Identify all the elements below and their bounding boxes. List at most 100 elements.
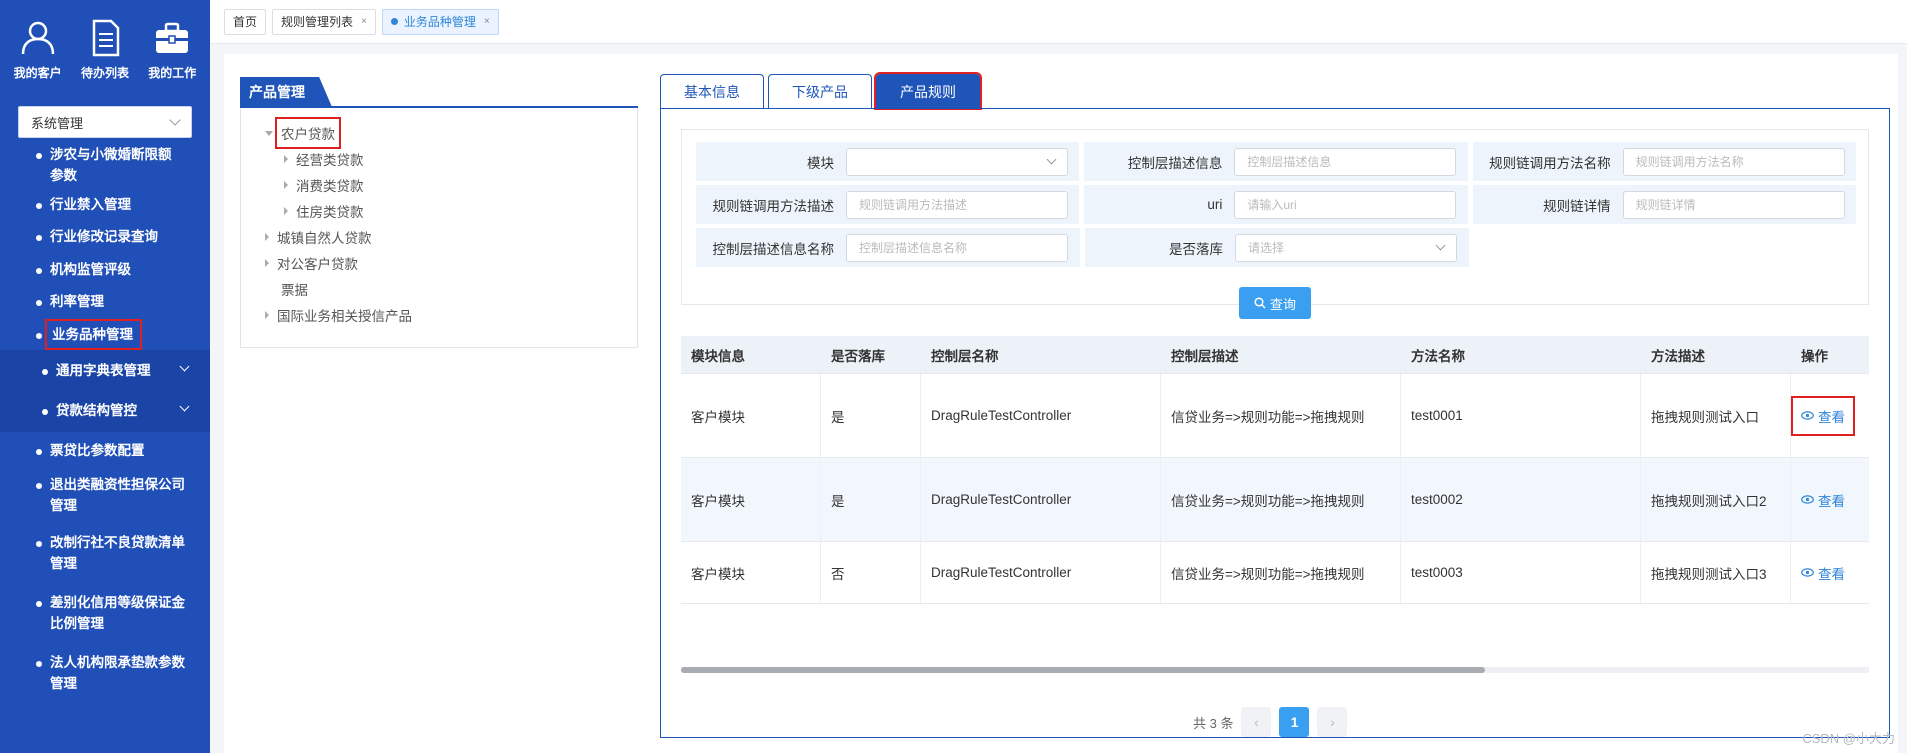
- caret-right-icon[interactable]: [284, 207, 288, 215]
- search-icon: [1254, 297, 1266, 309]
- tree-node[interactable]: 城镇自然人贷款: [241, 224, 637, 250]
- filter-uri: uri 请输入uri: [1084, 185, 1468, 224]
- my-customers-label: 我的客户: [13, 66, 62, 80]
- sidebar-item[interactable]: 机构监管评级: [0, 253, 210, 285]
- caret-down-icon[interactable]: [265, 130, 273, 136]
- filter-label: 规则链调用方法描述: [712, 198, 835, 214]
- sidebar-item-label: 利率管理: [50, 294, 104, 309]
- table-cell: 是: [821, 458, 921, 541]
- pagination: 共 3 条 ‹ 1 ›: [1193, 707, 1348, 737]
- query-button[interactable]: 查询: [1239, 287, 1311, 319]
- method-name-input[interactable]: 规则链调用方法名称: [1622, 147, 1845, 176]
- filter-module: 模块: [696, 142, 1080, 181]
- tab-sub-products[interactable]: 下级产品: [768, 74, 872, 108]
- view-link[interactable]: 查看: [1801, 563, 1845, 583]
- tree-node[interactable]: 农户贷款: [241, 117, 637, 149]
- system-select[interactable]: 系统管理: [18, 106, 192, 138]
- sidebar-item-label: 贷款结构管控: [56, 403, 137, 418]
- view-link-label: 查看: [1818, 493, 1845, 509]
- input-placeholder: 请输入uri: [1247, 198, 1297, 212]
- bullet-icon: [36, 300, 42, 306]
- caret-right-icon[interactable]: [284, 181, 288, 189]
- query-button-label: 查询: [1269, 296, 1296, 312]
- sidebar-item-label: 行业禁入管理: [50, 197, 131, 212]
- caret-right-icon[interactable]: [265, 311, 269, 319]
- my-customers-button[interactable]: 我的客户: [7, 14, 69, 96]
- sidebar-item-label: 差别化信用等级保证金比例管理: [50, 595, 185, 631]
- tab-basic-info[interactable]: 基本信息: [660, 74, 764, 108]
- document-list-icon: [92, 19, 120, 57]
- table-header: 模块信息 是否落库 控制层名称 控制层描述 方法名称 方法描述 操作: [681, 336, 1869, 374]
- page-tab-rule-list[interactable]: 规则管理列表 ×: [272, 8, 376, 35]
- tab-product-rules[interactable]: 产品规则: [874, 72, 982, 110]
- sidebar-item[interactable]: 涉农与小微婚断限额参数: [0, 144, 210, 188]
- tree-node[interactable]: 国际业务相关授信产品: [241, 302, 637, 328]
- sidebar-item-label: 机构监管评级: [50, 262, 131, 277]
- product-tree: 农户贷款 经营类贷款 消费类贷款 住房类贷款 城镇自然人贷款 对公客户贷款 票据…: [240, 108, 638, 348]
- chain-detail-input[interactable]: 规则链详情: [1622, 190, 1845, 219]
- next-page-button[interactable]: ›: [1317, 707, 1348, 737]
- sidebar-menu: 涉农与小微婚断限额参数 行业禁入管理 行业修改记录查询 机构监管评级 利率管理 …: [0, 144, 210, 706]
- uri-input[interactable]: 请输入uri: [1234, 190, 1457, 219]
- tree-node[interactable]: 对公客户贷款: [241, 250, 637, 276]
- sidebar-item[interactable]: 退出类融资性担保公司管理: [0, 468, 210, 526]
- column-header: 方法名称: [1401, 336, 1641, 373]
- table-cell: DragRuleTestController: [921, 374, 1161, 457]
- sidebar-item-label: 法人机构限承垫款参数管理: [50, 655, 185, 691]
- user-icon: [21, 21, 54, 55]
- my-work-button[interactable]: 我的工作: [141, 14, 203, 96]
- page-number-button[interactable]: 1: [1279, 707, 1310, 737]
- sidebar-item-dictionary[interactable]: 通用字典表管理: [0, 350, 210, 390]
- sidebar-item-label: 退出类融资性担保公司管理: [50, 477, 185, 513]
- bullet-icon: [42, 369, 48, 375]
- close-icon[interactable]: ×: [484, 16, 490, 27]
- sidebar-item[interactable]: 差别化信用等级保证金比例管理: [0, 586, 210, 646]
- caret-right-icon[interactable]: [265, 259, 269, 267]
- tree-node[interactable]: 住房类贷款: [241, 198, 637, 224]
- table-cell: DragRuleTestController: [921, 458, 1161, 541]
- todo-list-button[interactable]: 待办列表: [74, 14, 136, 96]
- chevron-down-icon: [1046, 154, 1057, 165]
- sidebar-item[interactable]: 法人机构限承垫款参数管理: [0, 646, 210, 706]
- tree-node[interactable]: 经营类贷款: [241, 146, 637, 172]
- caret-right-icon[interactable]: [265, 233, 269, 241]
- scrollbar-thumb[interactable]: [681, 667, 1485, 673]
- sidebar-item[interactable]: 票贷比参数配置: [0, 432, 210, 468]
- sidebar-item[interactable]: 行业禁入管理: [0, 188, 210, 220]
- table-cell: 拖拽规则测试入口2: [1641, 458, 1791, 541]
- view-link[interactable]: 查看: [1801, 490, 1845, 510]
- eye-icon: [1801, 411, 1814, 420]
- filter-method-name: 规则链调用方法名称 规则链调用方法名称: [1472, 142, 1856, 181]
- horizontal-scrollbar[interactable]: [681, 667, 1869, 673]
- module-select[interactable]: [846, 147, 1068, 176]
- filter-persisted: 是否落库 请选择: [1085, 228, 1469, 267]
- watermark: CSDN @小大力: [1802, 731, 1895, 746]
- sidebar-item[interactable]: 行业修改记录查询: [0, 220, 210, 253]
- sidebar-item-business-product[interactable]: 业务品种管理: [0, 318, 210, 350]
- prev-page-button[interactable]: ‹: [1241, 707, 1272, 737]
- tree-node[interactable]: 消费类贷款: [241, 172, 637, 198]
- sidebar-item[interactable]: 利率管理: [0, 285, 210, 318]
- filter-method-desc: 规则链调用方法描述 规则链调用方法描述: [696, 185, 1080, 224]
- sidebar-item[interactable]: 改制行社不良贷款清单管理: [0, 526, 210, 586]
- persisted-select[interactable]: 请选择: [1235, 233, 1457, 262]
- caret-right-icon[interactable]: [284, 155, 288, 163]
- tree-node[interactable]: 票据: [241, 276, 637, 302]
- chevron-down-icon: [179, 401, 190, 412]
- view-link[interactable]: 查看: [1791, 395, 1855, 436]
- view-link-label: 查看: [1818, 409, 1845, 425]
- table-cell: test0001: [1401, 374, 1641, 457]
- sidebar-item-loan-structure[interactable]: 贷款结构管控: [0, 390, 210, 432]
- controller-desc-name-input[interactable]: 控制层描述信息名称: [846, 233, 1068, 262]
- filter-controller-desc-name: 控制层描述信息名称 控制层描述信息名称: [696, 228, 1080, 267]
- page-tab-business-product[interactable]: 业务品种管理 ×: [381, 8, 499, 35]
- page-tab-home[interactable]: 首页: [224, 8, 267, 35]
- close-icon[interactable]: ×: [361, 16, 367, 27]
- page-tab-label: 业务品种管理: [403, 15, 476, 29]
- controller-desc-input[interactable]: 控制层描述信息: [1234, 147, 1457, 176]
- column-header: 模块信息: [681, 336, 821, 373]
- input-placeholder: 规则链详情: [1635, 198, 1696, 212]
- filter-controller-desc: 控制层描述信息 控制层描述信息: [1084, 142, 1468, 181]
- method-desc-input[interactable]: 规则链调用方法描述: [846, 190, 1068, 219]
- table-cell: 信贷业务=>规则功能=>拖拽规则: [1161, 542, 1401, 603]
